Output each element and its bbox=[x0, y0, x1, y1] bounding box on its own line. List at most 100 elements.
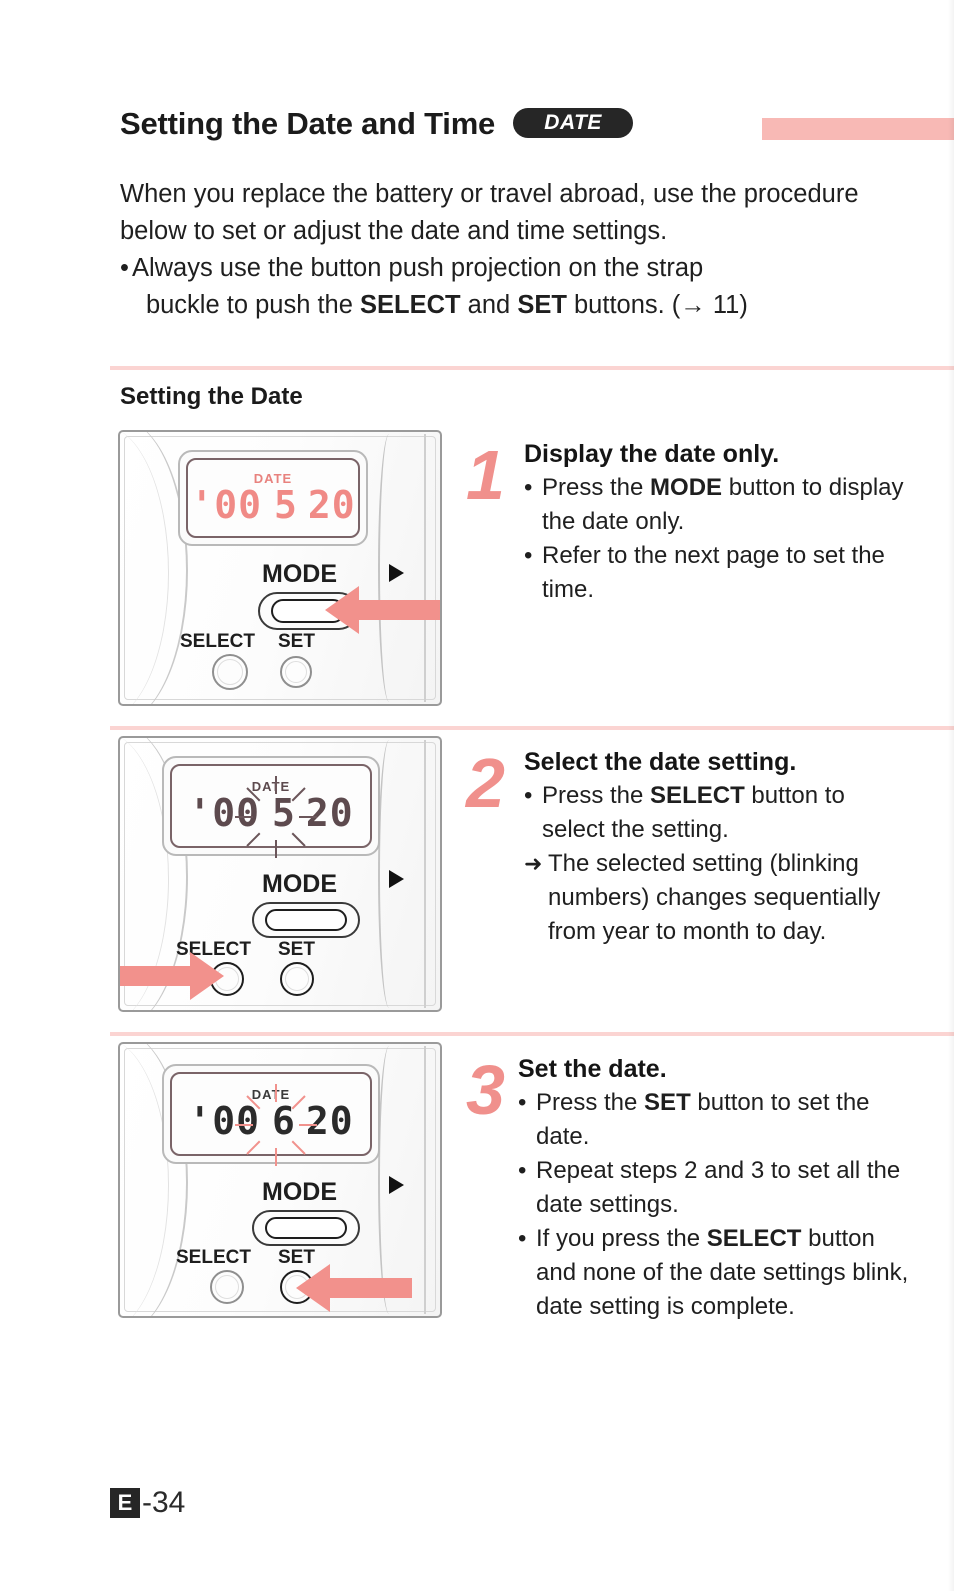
lcd-day: 20 bbox=[305, 791, 354, 835]
mode-button-3[interactable] bbox=[252, 1210, 360, 1246]
divider-step-2 bbox=[110, 726, 954, 730]
lcd-month: 5 bbox=[273, 483, 298, 527]
bullet-keyword: MODE bbox=[650, 474, 723, 501]
select-button-label: SELECT bbox=[180, 631, 255, 652]
intro-paragraph: When you replace the battery or travel a… bbox=[120, 180, 859, 245]
step-bullet: • Repeat steps 2 and 3 to set all the da… bbox=[518, 1154, 914, 1222]
camera-body-edge bbox=[424, 740, 426, 1008]
intro-bullet-mid: and bbox=[460, 291, 518, 319]
step-bullet-body: The selected setting (blinking numbers) … bbox=[548, 850, 881, 945]
section-heading: Setting the Date bbox=[120, 383, 303, 410]
select-button-label: SELECT bbox=[176, 1247, 251, 1268]
step-bullet-body: Refer to the next page to set the time. bbox=[542, 542, 885, 603]
camera-grip-contour-2 bbox=[120, 432, 169, 704]
lcd-day: 20 bbox=[307, 483, 356, 527]
date-mode-badge: DATE bbox=[513, 108, 634, 138]
step-bullet: • Refer to the next page to set the time… bbox=[524, 539, 904, 607]
intro-set-keyword: SET bbox=[517, 291, 567, 319]
bullet-dot-icon: • bbox=[524, 474, 533, 501]
step-number-1: 1 bbox=[466, 436, 505, 514]
page-number: -34 bbox=[142, 1486, 186, 1519]
pointer-arrow-select bbox=[120, 950, 224, 1002]
lcd-digits: '00 5 20 bbox=[188, 794, 353, 832]
play-triangle-icon bbox=[389, 564, 404, 582]
step-title-2: Select the date setting. bbox=[524, 748, 797, 776]
lcd-year: '00 bbox=[188, 1099, 260, 1143]
camera-illustration-2: DATE '00 5 20 MODE SELECT SET bbox=[118, 736, 442, 1012]
bullet-dot-icon: • bbox=[524, 542, 533, 569]
set-button-1[interactable] bbox=[280, 656, 312, 688]
lcd-digits: '00 5 20 bbox=[190, 486, 355, 524]
lcd-bezel: DATE '00 5 20 bbox=[186, 458, 360, 538]
mode-button-cap[interactable] bbox=[265, 909, 347, 931]
intro-text: When you replace the battery or travel a… bbox=[120, 176, 910, 324]
intro-select-keyword: SELECT bbox=[360, 291, 461, 319]
step-number-3: 3 bbox=[466, 1051, 505, 1129]
lcd-bezel: DATE '00 5 20 bbox=[170, 764, 372, 858]
mode-button-label: MODE bbox=[262, 870, 337, 898]
select-button-1[interactable] bbox=[212, 654, 248, 690]
bullet-dot-icon: • bbox=[524, 782, 533, 809]
set-button-label: SET bbox=[278, 939, 315, 960]
pointer-arrow-set bbox=[296, 1262, 412, 1314]
bullet-dot-icon: • bbox=[120, 254, 129, 282]
step-text-2: Select the date setting. • Press the SEL… bbox=[524, 746, 914, 949]
step-number-2: 2 bbox=[466, 744, 505, 822]
bullet-pre: Press the bbox=[536, 1089, 645, 1116]
step-bullet: • If you press the SELECT button and non… bbox=[518, 1222, 914, 1324]
step-bullet-body: Press the SELECT button to select the se… bbox=[542, 779, 914, 847]
lcd-digits: '00 6 20 bbox=[188, 1102, 353, 1140]
bullet-pre: If you press the bbox=[536, 1225, 707, 1252]
intro-bullet: • Always use the button push projection … bbox=[120, 250, 910, 324]
step-text-1: Display the date only. • Press the MODE … bbox=[524, 438, 904, 607]
set-button-label: SET bbox=[278, 631, 315, 652]
step-bullet: ➜ The selected setting (blinking numbers… bbox=[524, 847, 914, 949]
step-bullet-body: Press the MODE button to display the dat… bbox=[542, 471, 904, 539]
bullet-keyword: SELECT bbox=[650, 782, 745, 809]
camera-body-edge bbox=[424, 1046, 426, 1314]
step-bullet-body: If you press the SELECT button and none … bbox=[536, 1222, 914, 1324]
lcd-window-1: DATE '00 5 20 bbox=[178, 450, 368, 546]
lcd-month-blinking: 5 bbox=[271, 791, 296, 835]
lcd-face: DATE '00 5 20 bbox=[172, 766, 370, 846]
manual-page: Setting the Date and Time DATE When you … bbox=[0, 0, 954, 1591]
lcd-day: 20 bbox=[305, 1099, 354, 1143]
intro-bullet-body: Always use the button push projection on… bbox=[132, 250, 910, 324]
arrow-right-icon: ➜ bbox=[524, 851, 543, 876]
mode-button-2[interactable] bbox=[252, 902, 360, 938]
divider-section bbox=[110, 366, 954, 370]
pointer-arrow-mode bbox=[325, 584, 440, 636]
step-title-1: Display the date only. bbox=[524, 440, 780, 468]
lcd-window-3: DATE '00 6 20 bbox=[162, 1064, 380, 1166]
language-chip: E bbox=[110, 1488, 140, 1518]
mode-button-label: MODE bbox=[262, 1178, 337, 1206]
lcd-face: DATE '00 5 20 bbox=[188, 460, 358, 536]
intro-bullet-line2: buckle to push the SELECT and SET button… bbox=[132, 287, 910, 324]
page-footer: E -34 bbox=[110, 1488, 185, 1518]
bullet-dot-icon: • bbox=[518, 1089, 527, 1116]
play-triangle-icon bbox=[389, 1176, 404, 1194]
divider-step-3 bbox=[110, 1032, 954, 1036]
page-edge-shadow bbox=[948, 0, 954, 1591]
lcd-month-blinking: 6 bbox=[271, 1099, 296, 1143]
lcd-face: DATE '00 6 20 bbox=[172, 1074, 370, 1154]
bullet-keyword: SET bbox=[644, 1089, 691, 1116]
lcd-year: '00 bbox=[188, 791, 260, 835]
bullet-dot-icon: • bbox=[518, 1157, 527, 1184]
page-title: Setting the Date and Time bbox=[120, 105, 496, 141]
select-button-3[interactable] bbox=[210, 1270, 244, 1304]
mode-button-cap[interactable] bbox=[265, 1217, 347, 1239]
step-bullet: • Press the MODE button to display the d… bbox=[524, 471, 904, 539]
step-bullet-body: Repeat steps 2 and 3 to set all the date… bbox=[536, 1157, 901, 1218]
camera-body-edge bbox=[424, 434, 426, 702]
title-row: Setting the Date and Time DATE bbox=[120, 100, 954, 146]
intro-bullet-post: buttons. (→ 11) bbox=[566, 291, 748, 319]
bullet-dot-icon: • bbox=[518, 1225, 527, 1252]
intro-bullet-line1: Always use the button push projection on… bbox=[131, 254, 704, 282]
step-text-3: Set the date. • Press the SET button to … bbox=[518, 1053, 914, 1324]
lcd-bezel: DATE '00 6 20 bbox=[170, 1072, 372, 1166]
lcd-year: '00 bbox=[190, 483, 262, 527]
step-bullet: • Press the SELECT button to select the … bbox=[524, 779, 914, 847]
set-button-2[interactable] bbox=[280, 962, 314, 996]
step-title-3: Set the date. bbox=[518, 1055, 667, 1083]
